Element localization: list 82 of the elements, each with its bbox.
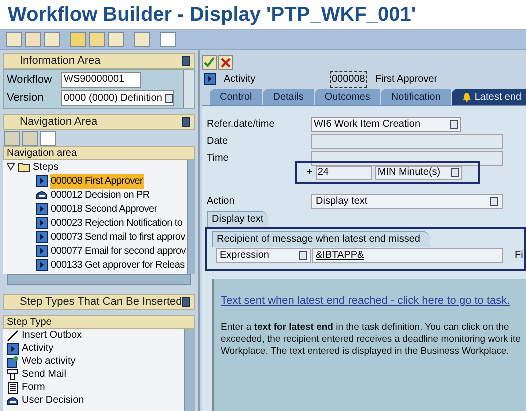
tab[interactable]: Control [210,89,262,105]
mail-icon [7,368,19,380]
form-icon [7,382,19,394]
dropdown-icon[interactable] [490,196,498,206]
cancel-button[interactable] [218,55,233,70]
tree-item[interactable]: 000012 Decision on PR [50,188,151,202]
step-type-item[interactable]: Insert Outbox [22,328,82,343]
scrollbar[interactable] [183,70,194,108]
play-icon [7,342,19,354]
checkmark-icon [204,57,215,68]
column-header: Navigation area [3,146,195,160]
tree-item[interactable]: 000008 First Approver [50,174,144,188]
play-icon [204,73,216,85]
reference-field[interactable]: WI6 Work Item Creation [311,116,461,132]
step-type-item[interactable]: Activity [22,341,54,356]
step-type-label: Activity [224,72,257,86]
date-field[interactable] [311,134,503,148]
offset-field[interactable]: 24 [316,166,372,180]
collapse-icon[interactable] [182,117,190,127]
expression-field[interactable]: &IBTAPP& [312,248,503,263]
dropdown-icon[interactable] [165,94,174,103]
tree-item[interactable]: Steps [33,160,59,174]
dropdown-icon[interactable] [450,168,459,177]
play-icon [36,175,48,187]
tab[interactable]: Outcomes [314,89,380,105]
field-label: Action [207,194,236,208]
line-icon [7,330,19,342]
field-label: Fi [515,249,524,263]
window-title: Workflow Builder - Display 'PTP_WKF_001' [8,2,416,28]
web-activity-icon [7,356,19,368]
scrollbar[interactable] [184,329,195,411]
step-type-item[interactable]: User Decision [22,393,84,408]
information-area-header: Information Area [3,53,195,69]
step-number: 000008 [330,70,368,88]
decision-icon [36,189,48,201]
step-type-item[interactable]: Form [22,380,46,395]
expanded-icon[interactable] [7,163,15,171]
close-icon [220,58,230,68]
recipient-header: Recipient of message when latest end missed [212,231,430,247]
horizontal-scrollbar[interactable] [7,274,191,285]
confirm-button[interactable] [202,55,217,70]
expression-dropdown[interactable]: Expression [216,248,311,263]
tree-item[interactable]: 000023 Rejection Notification to [50,216,184,230]
play-icon [36,203,48,215]
description-text: Enter a text for latest end in the task definition. You can click on the exceeded, the recipient entered receives a deadline monitoring work ite Workplace. The text entered is displayed in the Business Workplace. [221,322,522,358]
field-label: Workflow [7,72,54,88]
column-header: Step Type [3,315,195,329]
tab[interactable]: Details [263,89,314,105]
workflow-field[interactable]: WS90000001 [61,72,141,88]
dropdown-icon[interactable] [450,120,458,128]
field-label: Refer.date/time [207,118,276,132]
step-types-header: Step Types That Can Be Inserted [3,294,195,310]
collapse-icon[interactable] [182,297,190,307]
bell-icon [462,92,472,102]
task-link[interactable]: Text sent when latest end reached - click here to go to task. [221,293,526,310]
offset-sign: + [307,166,313,180]
collapse-icon[interactable] [182,56,190,66]
unit-dropdown[interactable]: MIN Minute(s) [374,166,462,180]
play-icon [36,245,48,257]
play-icon [36,231,48,243]
tree-item[interactable]: 000133 Get approver for Releas [50,258,186,272]
section-tab[interactable]: Display text [207,211,268,227]
field-label: Time [207,152,230,166]
scrollbar[interactable] [186,160,195,274]
step-type-item[interactable]: Web activity [22,354,76,369]
field-label: Date [207,134,230,148]
tree-item[interactable]: 000073 Send mail to first approv [50,230,186,244]
step-name: First Approver [375,72,438,86]
navigation-area-header: Navigation Area [3,114,195,130]
play-icon [36,217,48,229]
field-label: Version [7,91,45,106]
step-type-item[interactable]: Send Mail [22,367,66,382]
decision-icon [7,394,19,406]
dropdown-icon[interactable] [299,251,307,260]
tab[interactable]: Latest end [452,89,526,105]
folder-icon [18,162,30,172]
action-dropdown[interactable]: Display text [311,194,503,208]
tab[interactable]: Notification [381,89,451,105]
play-icon [36,259,48,271]
version-dropdown[interactable]: 0000 (0000) Definition [61,90,174,106]
tree-item[interactable]: 000077 Email for second approv [50,244,187,258]
tree-item[interactable]: 000018 Second Approver [50,202,158,216]
